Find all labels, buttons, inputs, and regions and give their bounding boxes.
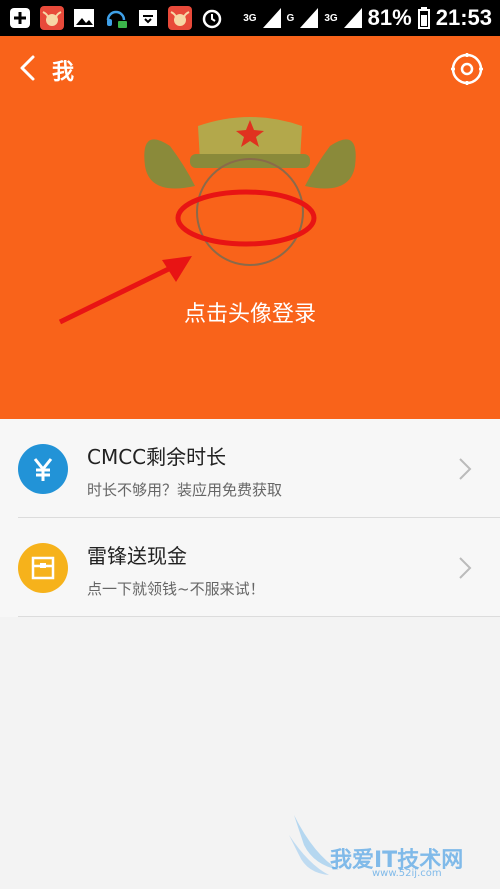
inbox-icon — [136, 6, 160, 30]
settings-button[interactable] — [449, 51, 485, 87]
chevron-left-icon — [20, 55, 35, 81]
list-item-title: 雷锋送现金 — [87, 544, 187, 568]
network-3g-label: 3G — [243, 12, 257, 24]
network-g-label: G — [286, 12, 295, 24]
battery-percent: 81% — [367, 5, 412, 30]
hat-avatar-icon — [144, 117, 356, 266]
list-item-title: CMCC剩余时长 — [87, 445, 227, 469]
avatar[interactable] — [140, 106, 360, 306]
clock: 21:53 — [435, 5, 492, 30]
yen-icon — [18, 444, 68, 494]
back-button[interactable] — [14, 54, 42, 82]
menu-list: CMCC剩余时长 时长不够用？装应用免费获取 雷锋送现金 点一下就领钱~不服来试… — [0, 419, 500, 617]
alarm-icon — [200, 6, 224, 30]
list-item-subtitle: 时长不够用？装应用免费获取 — [87, 481, 283, 499]
chevron-right-icon — [459, 557, 472, 579]
gallery-icon — [72, 6, 96, 30]
signal-icon — [262, 8, 281, 28]
watermark-url: www.52ij.com — [372, 868, 442, 879]
network-3g-label: 3G — [324, 12, 338, 24]
list-item-subtitle: 点一下就领钱~不服来试！ — [87, 580, 265, 598]
status-bar: 3G G 3G 81% 21:53 — [0, 0, 500, 36]
add-icon — [8, 6, 32, 30]
app-cow-icon — [168, 6, 192, 30]
profile-header: 我 点击头像登录 — [0, 36, 500, 419]
list-item-leifeng-cash[interactable]: 雷锋送现金 点一下就领钱~不服来试！ — [0, 518, 500, 617]
gear-icon — [451, 53, 483, 85]
page-title: 我 — [52, 60, 75, 85]
headset-icon — [104, 6, 128, 30]
list-item-cmcc-time[interactable]: CMCC剩余时长 时长不够用？装应用免费获取 — [0, 419, 500, 518]
battery-icon — [417, 7, 430, 29]
login-prompt[interactable]: 点击头像登录 — [0, 296, 500, 328]
envelope-icon — [18, 543, 68, 593]
app-cow-icon — [40, 6, 64, 30]
divider — [18, 616, 500, 617]
signal-icon — [300, 8, 319, 28]
signal-icon — [343, 8, 362, 28]
chevron-right-icon — [459, 458, 472, 480]
